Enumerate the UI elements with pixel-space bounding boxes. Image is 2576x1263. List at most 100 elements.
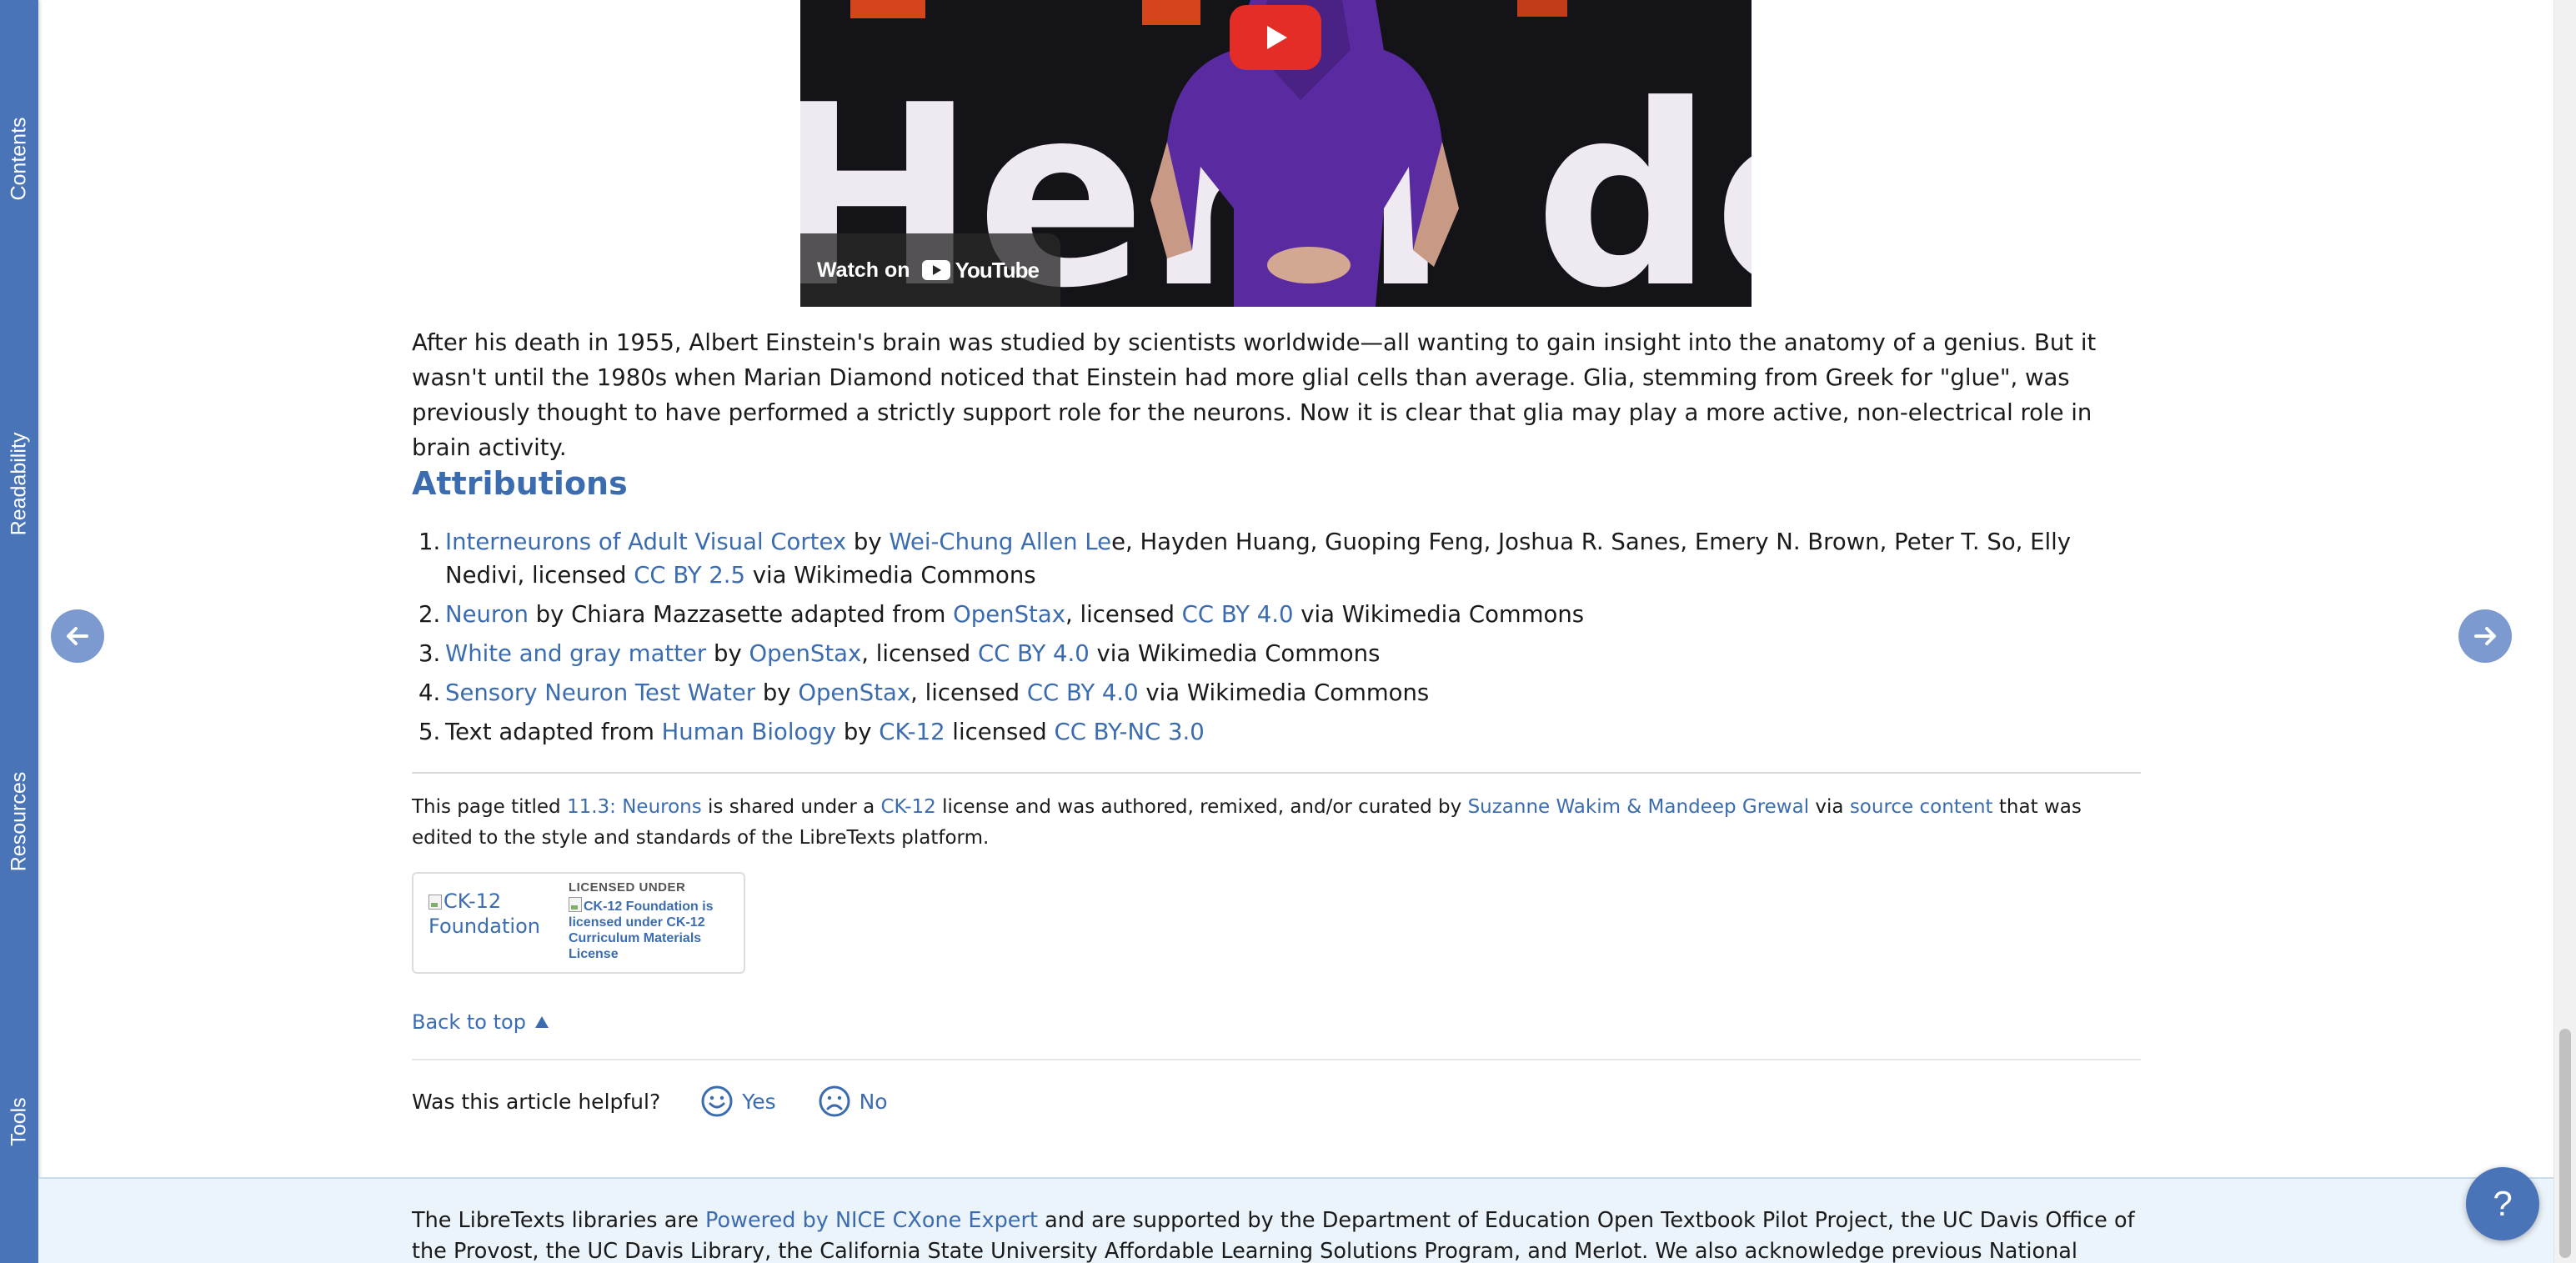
watch-on-label: Watch on <box>817 258 910 282</box>
play-button[interactable] <box>1230 5 1321 70</box>
list-number: 5. <box>418 719 441 745</box>
license-link[interactable]: CC BY-NC 3.0 <box>1055 719 1205 745</box>
triangle-up-icon <box>534 1016 549 1028</box>
sidebar-tab-resources[interactable]: Resources <box>0 759 38 884</box>
list-number: 4. <box>418 679 441 706</box>
license-notice-text: via <box>1809 796 1850 818</box>
license-type-link[interactable]: CK-12 <box>881 796 936 818</box>
source-content-link[interactable]: source content <box>1850 796 1993 818</box>
divider <box>412 1059 2141 1060</box>
smiley-icon <box>701 1085 733 1117</box>
attribution-text: via Wikimedia Commons <box>744 562 1036 589</box>
broken-image-icon <box>569 897 582 912</box>
license-notice-text: license and was authored, remixed, and/o… <box>935 796 1468 818</box>
attribution-text: via Wikimedia Commons <box>1089 640 1381 667</box>
footer-text: The LibreTexts libraries are Powered by … <box>412 1205 2154 1263</box>
attribution-text: by <box>706 640 749 667</box>
attribution-item: 3. White and gray matter by OpenStax, li… <box>412 637 2141 670</box>
license-notice: This page titled 11.3: Neurons is shared… <box>412 792 2141 854</box>
attribution-text: by <box>755 679 799 706</box>
authors-link[interactable]: Suzanne Wakim & Mandeep Grewal <box>1468 796 1810 818</box>
sidebar-tab-label: Readability <box>7 432 31 535</box>
youtube-wordmark: YouTube <box>955 257 1040 283</box>
sidebar-tab-label: Tools <box>7 1096 31 1146</box>
previous-page-button[interactable] <box>51 609 104 663</box>
powered-by-link[interactable]: Powered by NICE CXone Expert <box>705 1208 1038 1233</box>
attribution-text: licensed <box>945 719 1055 745</box>
attribution-source-link[interactable]: OpenStax <box>798 679 910 706</box>
broken-image-icon <box>428 895 442 910</box>
left-sidebar: Contents Readability Resources Tools <box>0 0 38 1263</box>
sidebar-tab-tools[interactable]: Tools <box>0 1084 38 1159</box>
youtube-logo-icon <box>921 260 950 280</box>
watch-on-youtube-button[interactable]: Watch on YouTube <box>800 233 1060 307</box>
attribution-source-link[interactable]: OpenStax <box>953 601 1065 628</box>
attribution-author-link[interactable]: Wei-Chung Allen Le <box>889 529 1111 555</box>
page-title-link[interactable]: 11.3: Neurons <box>567 796 702 818</box>
license-badge-box: CK-12 Foundation LICENSED UNDER CK-12 Fo… <box>412 872 745 974</box>
sidebar-tab-label: Contents <box>7 116 31 201</box>
play-icon <box>1267 26 1287 49</box>
feedback-yes-button[interactable]: Yes <box>700 1085 776 1118</box>
attribution-text: Text adapted from <box>445 719 662 745</box>
feedback-row: Was this article helpful? Yes No <box>412 1080 888 1122</box>
back-to-top-link[interactable]: Back to top <box>412 1010 549 1034</box>
sidebar-tab-label: Resources <box>7 771 31 871</box>
attribution-text: , licensed <box>910 679 1027 706</box>
attribution-text: , licensed <box>861 640 978 667</box>
back-to-top-label: Back to top <box>412 1010 526 1034</box>
page-scrollbar[interactable] <box>2553 0 2576 1263</box>
footer-text-segment: The LibreTexts libraries are <box>412 1208 706 1233</box>
arrow-left-icon <box>67 627 88 645</box>
licensed-under-label: LICENSED UNDER <box>569 880 686 895</box>
attribution-title-link[interactable]: Interneurons of Adult Visual Cortex <box>445 529 846 555</box>
feedback-yes-label: Yes <box>742 1089 776 1114</box>
attributions-heading: Attributions <box>412 465 628 502</box>
attribution-source-link[interactable]: OpenStax <box>749 640 861 667</box>
attribution-text: by <box>846 529 890 555</box>
ck12-logo-link[interactable]: CK-12 Foundation <box>428 889 554 939</box>
article-paragraph: After his death in 1955, Albert Einstein… <box>412 329 2097 461</box>
attribution-text: via Wikimedia Commons <box>1138 679 1430 706</box>
feedback-no-label: No <box>859 1089 888 1114</box>
license-notice-text: is shared under a <box>701 796 881 818</box>
attribution-text: by Chiara Mazzasette adapted from <box>528 601 954 628</box>
attribution-item: 5. Text adapted from Human Biology by CK… <box>412 715 2141 749</box>
list-number: 1. <box>418 529 441 555</box>
license-notice-text: This page titled <box>412 796 567 818</box>
license-link[interactable]: CC BY 4.0 <box>1027 679 1139 706</box>
feedback-no-button[interactable]: No <box>818 1085 888 1118</box>
divider <box>412 772 2141 774</box>
attributions-list: 1. Interneurons of Adult Visual Cortex b… <box>412 525 2141 754</box>
attribution-title-link[interactable]: White and gray matter <box>445 640 706 667</box>
sidebar-tab-contents[interactable]: Contents <box>0 100 38 217</box>
site-footer: The LibreTexts libraries are Powered by … <box>38 1177 2554 1263</box>
attribution-item: 2. Neuron by Chiara Mazzasette adapted f… <box>412 598 2141 631</box>
help-button[interactable]: ? <box>2466 1167 2539 1240</box>
scrollbar-thumb[interactable] <box>2559 1029 2571 1258</box>
attribution-item: 4. Sensory Neuron Test Water by OpenStax… <box>412 676 2141 709</box>
youtube-video-embed[interactable]: Hern don Watch on YouTube <box>800 0 1752 307</box>
list-number: 2. <box>418 601 441 628</box>
feedback-question: Was this article helpful? <box>412 1089 661 1114</box>
page: Contents Readability Resources Tools Her… <box>0 0 2576 1263</box>
license-image-alt: CK-12 Foundation is licensed under CK-12… <box>569 900 714 961</box>
attribution-item: 1. Interneurons of Adult Visual Cortex b… <box>412 525 2141 592</box>
license-link[interactable]: CC BY 4.0 <box>1182 601 1294 628</box>
attribution-title-link[interactable]: Sensory Neuron Test Water <box>445 679 755 706</box>
license-link[interactable]: CC BY 2.5 <box>634 562 745 589</box>
frown-icon <box>819 1085 850 1117</box>
attribution-title-link[interactable]: Neuron <box>445 601 529 628</box>
attribution-title-link[interactable]: Human Biology <box>662 719 836 745</box>
attribution-text: by <box>836 719 880 745</box>
ck12-logo-alt: CK-12 Foundation <box>428 890 540 938</box>
license-image-link[interactable]: CK-12 Foundation is licensed under CK-12… <box>569 897 735 962</box>
license-link[interactable]: CC BY 4.0 <box>978 640 1090 667</box>
sidebar-tab-readability[interactable]: Readability <box>0 417 38 550</box>
list-number: 3. <box>418 640 441 667</box>
attribution-text: via Wikimedia Commons <box>1293 601 1585 628</box>
article-content: After his death in 1955, Albert Einstein… <box>412 325 2141 1117</box>
next-page-button[interactable] <box>2458 609 2512 663</box>
attribution-source-link[interactable]: CK-12 <box>879 719 945 745</box>
arrow-right-icon <box>2474 627 2496 645</box>
